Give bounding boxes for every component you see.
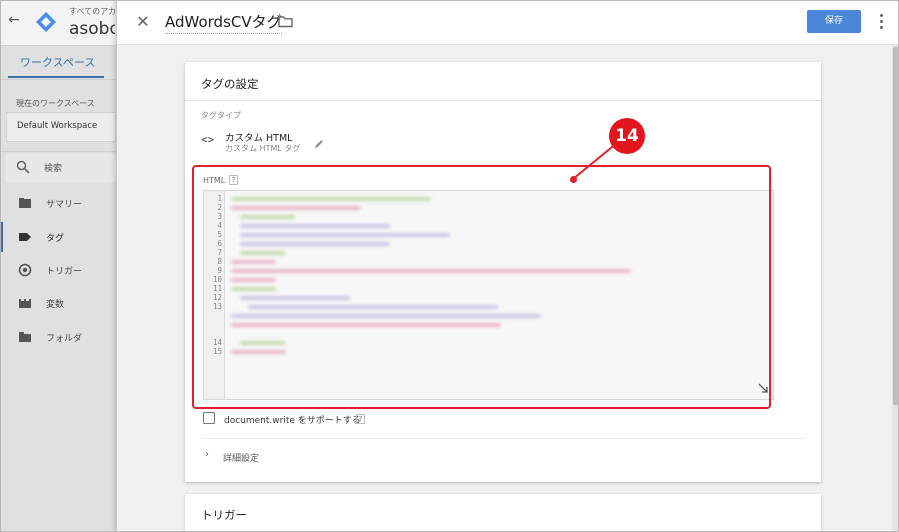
tab-workspace-label: ワークスペース (20, 56, 96, 69)
tag-type-caption: タグタイプ (201, 111, 241, 120)
sidebar-item-variables[interactable]: 変数 (0, 288, 116, 318)
sidebar-item-label: サマリー (46, 200, 83, 210)
trigger-card-title: トリガー (201, 508, 247, 522)
divider (0, 151, 116, 152)
advanced-settings-toggle[interactable]: › 詳細設定 (201, 448, 401, 470)
sidebar-item-summary[interactable]: サマリー (0, 188, 116, 218)
trigger-icon (18, 263, 32, 277)
divider (185, 100, 821, 101)
sidebar-item-label: トリガー (46, 267, 83, 277)
arrow-left-icon[interactable]: ← (4, 10, 24, 30)
card-title: タグの設定 (201, 77, 259, 91)
advanced-settings-label: 詳細設定 (223, 454, 260, 464)
tab-underline (8, 76, 104, 78)
variables-icon (19, 299, 31, 308)
help-icon[interactable]: ? (356, 414, 365, 424)
tab-workspace[interactable]: ワークスペース (0, 46, 116, 78)
save-button[interactable]: 保存 (807, 10, 861, 33)
divider (0, 79, 116, 80)
sidebar: ワークスペース 現在のワークスペース Default Workspace 検索 … (0, 46, 116, 532)
search-input[interactable]: 検索 (6, 154, 116, 182)
tag-type-name: カスタム HTML (225, 133, 293, 144)
annotation-number-badge: 14 (609, 118, 645, 154)
tag-icon (19, 233, 31, 241)
pencil-icon[interactable] (313, 138, 325, 150)
chevron-right-icon: › (205, 449, 209, 460)
divider (201, 438, 805, 439)
sidebar-item-folders[interactable]: フォルダ (0, 322, 116, 352)
folder-outline-icon[interactable] (278, 14, 293, 28)
sidebar-item-label: タグ (46, 234, 65, 244)
scrollbar-thumb[interactable] (893, 47, 899, 405)
document-write-label[interactable]: document.write をサポートする (224, 413, 361, 426)
current-workspace-caption: 現在のワークスペース (16, 99, 95, 108)
tag-name-input[interactable]: AdWordsCVタグ (165, 11, 282, 34)
container-name[interactable]: asobouweb (69, 19, 115, 39)
search-label: 検索 (44, 164, 63, 174)
workspace-selector[interactable]: Default Workspace (6, 112, 116, 142)
active-indicator (0, 222, 3, 252)
sidebar-item-tags[interactable]: タグ (0, 222, 116, 252)
account-label[interactable]: すべてのアカウント (69, 6, 115, 17)
sidebar-item-label: フォルダ (46, 334, 83, 344)
search-icon (16, 160, 30, 174)
close-icon[interactable]: ✕ (133, 12, 153, 32)
gtm-logo-icon (36, 12, 56, 32)
annotation-highlight-box (192, 165, 771, 409)
document-write-checkbox[interactable] (203, 412, 215, 424)
annotation-dot (570, 176, 577, 183)
panel-header: ✕ AdWordsCVタグ 保存 (117, 0, 899, 45)
sidebar-item-triggers[interactable]: トリガー (0, 255, 116, 285)
trigger-card[interactable]: トリガー (185, 494, 821, 532)
tag-type-subtitle: カスタム HTML タグ (225, 144, 301, 153)
sidebar-item-label: 変数 (46, 300, 65, 310)
folder-icon (19, 332, 31, 342)
folder-icon (19, 198, 31, 208)
code-icon: <> (201, 133, 215, 146)
more-vert-icon[interactable] (874, 11, 888, 33)
workspace-name: Default Workspace (17, 121, 98, 131)
